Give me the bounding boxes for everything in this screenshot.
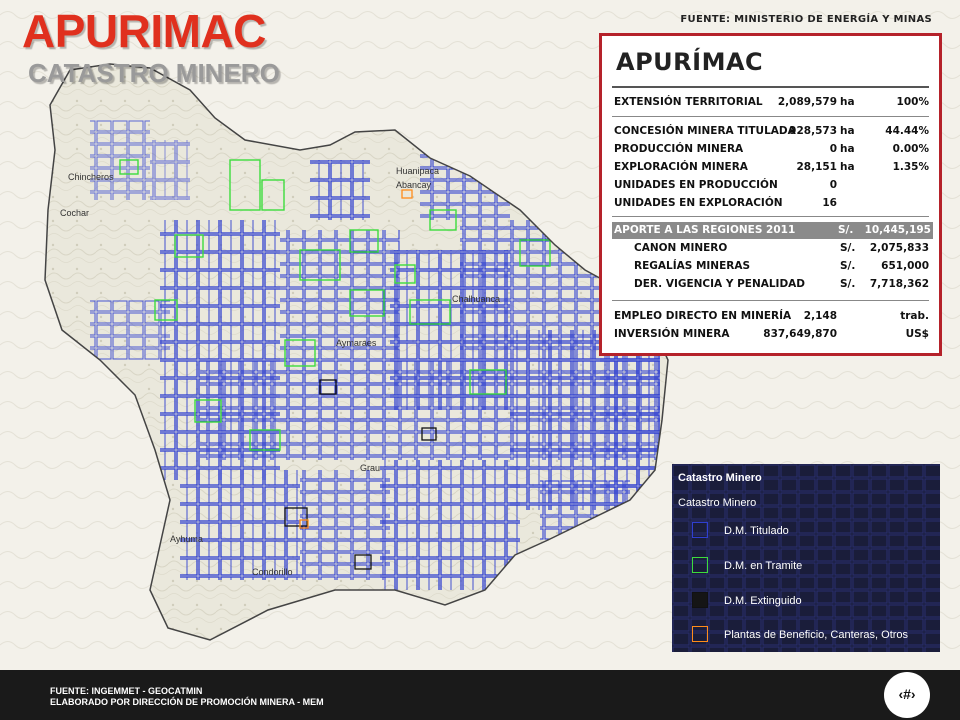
stats-label: INVERSIÓN MINERA (614, 328, 730, 340)
stats-label: CANON MINERO (634, 242, 728, 254)
map-label: Abancay (396, 180, 432, 190)
stats-unit: ha (840, 96, 855, 108)
stats-row: APORTE A LAS REGIONES 2011 S/. 10,445,195 (612, 222, 933, 239)
map-label: Aymaraes (336, 338, 377, 348)
map-label: Grau (360, 463, 380, 473)
divider (612, 300, 929, 301)
legend-label: Plantas de Beneficio, Canteras, Otros (724, 629, 909, 641)
stats-label: UNIDADES EN EXPLORACIÓN (614, 197, 783, 209)
map-label: Cochar (60, 208, 89, 218)
stats-unit: S/. (840, 278, 856, 290)
divider (612, 116, 929, 117)
map-label: Huanipaca (396, 166, 439, 176)
stats-unit: ha (840, 161, 855, 173)
map-label: Chincheros (68, 172, 114, 182)
stats-pct: 7,718,362 (869, 278, 929, 290)
divider (612, 86, 929, 88)
stats-row: EXTENSIÓN TERRITORIAL 2,089,579 ha 100% (614, 94, 931, 111)
stats-unit: S/. (840, 242, 856, 254)
legend-swatch (692, 626, 708, 642)
stats-unit: ha (840, 143, 855, 155)
map-legend: Catastro Minero Catastro Minero D.M. Tit… (672, 464, 940, 652)
stats-row: EXPLORACIÓN MINERA 28,151 ha 1.35% (614, 159, 931, 176)
page-number-badge: ‹#› (884, 672, 930, 718)
legend-label: D.M. en Tramite (724, 560, 803, 572)
stats-row: INVERSIÓN MINERA 837,649,870 US$ (614, 326, 931, 343)
footer-line-1: FUENTE: INGEMMET - GEOCATMIN (50, 686, 203, 696)
statistics-panel: APURÍMAC EXTENSIÓN TERRITORIAL 2,089,579 h… (599, 33, 942, 356)
stats-unit: S/. (840, 260, 856, 272)
stats-row: DER. VIGENCIA Y PENALIDAD S/. 7,718,362 (614, 276, 931, 293)
divider (612, 216, 929, 217)
stats-row: UNIDADES EN EXPLORACIÓN 16 (614, 195, 931, 212)
stats-value: 28,151 (796, 161, 837, 173)
map-label: Condorillo (252, 567, 293, 577)
footer-line-2: ELABORADO POR DIRECCIÓN DE PROMOCIÓN MIN… (50, 697, 324, 707)
stats-label: EXPLORACIÓN MINERA (614, 161, 748, 173)
stats-row: CANON MINERO S/. 2,075,833 (614, 240, 931, 257)
footer-bar: FUENTE: INGEMMET - GEOCATMIN ELABORADO P… (0, 670, 960, 720)
stats-row: CONCESIÓN MINERA TITULADA 928,573 ha 44.44% (614, 123, 931, 140)
stats-value: 837,649,870 (763, 328, 837, 340)
footer-source: FUENTE: INGEMMET - GEOCATMIN ELABORADO P… (50, 686, 324, 708)
stats-value: 2,148 (803, 310, 837, 322)
stats-value: 0 (829, 143, 837, 155)
stats-unit: ha (840, 125, 855, 137)
stats-value: 928,573 (789, 125, 837, 137)
stats-label: CONCESIÓN MINERA TITULADA (614, 125, 796, 137)
stats-row: EMPLEO DIRECTO EN MINERÍA 2,148 trab. (614, 308, 931, 325)
legend-swatch (692, 557, 708, 573)
stats-row: REGALÍAS MINERAS S/. 651,000 (614, 258, 931, 275)
legend-swatch (692, 522, 708, 538)
legend-label: D.M. Extinguido (724, 595, 802, 607)
stats-label: PRODUCCIÓN MINERA (614, 143, 744, 155)
map-label: Chalhuanca (452, 294, 500, 304)
stats-pct: 10,445,195 (864, 224, 931, 236)
stats-pct: 44.44% (885, 125, 929, 137)
stats-region-title: APURÍMAC (616, 48, 764, 76)
map-label: Ayhuma (170, 534, 203, 544)
stats-label: REGALÍAS MINERAS (634, 260, 751, 272)
stats-label: EXTENSIÓN TERRITORIAL (614, 96, 763, 108)
stats-row: UNIDADES EN PRODUCCIÓN 0 (614, 177, 931, 194)
stats-pct: 1.35% (892, 161, 929, 173)
source-note: FUENTE: MINISTERIO DE ENERGÍA Y MINAS (680, 14, 932, 25)
stats-value: 16 (822, 197, 837, 209)
legend-swatch (692, 592, 708, 608)
legend-subtitle: Catastro Minero (678, 497, 757, 509)
legend-title: Catastro Minero (678, 472, 762, 484)
page-number: ‹#› (898, 686, 916, 702)
stats-pct: 0.00% (892, 143, 929, 155)
page-subtitle: CATASTRO MINERO (28, 58, 280, 88)
stats-label: EMPLEO DIRECTO EN MINERÍA (614, 310, 792, 322)
stats-value: 2,089,579 (777, 96, 837, 108)
stats-value: 0 (829, 179, 837, 191)
stats-label: APORTE A LAS REGIONES 2011 (614, 224, 796, 236)
stats-unit: S/. (838, 224, 854, 236)
page-title: APURIMAC (22, 5, 266, 57)
legend-label: D.M. Titulado (724, 525, 789, 537)
stats-pct: trab. (900, 310, 929, 322)
stats-label: UNIDADES EN PRODUCCIÓN (614, 179, 778, 191)
legend-background (672, 464, 940, 652)
stats-pct: 100% (896, 96, 929, 108)
stats-pct: US$ (905, 328, 929, 340)
stats-pct: 2,075,833 (869, 242, 929, 254)
stats-label: DER. VIGENCIA Y PENALIDAD (634, 278, 806, 290)
stats-row: PRODUCCIÓN MINERA 0 ha 0.00% (614, 141, 931, 158)
stats-pct: 651,000 (881, 260, 929, 272)
